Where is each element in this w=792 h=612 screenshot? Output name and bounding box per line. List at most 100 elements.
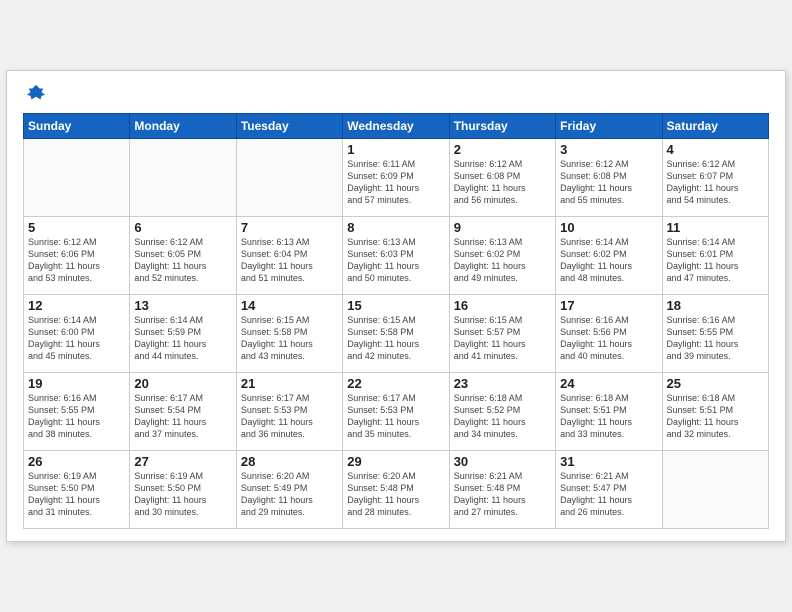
day-info: Sunrise: 6:21 AM Sunset: 5:48 PM Dayligh…: [454, 470, 551, 519]
day-number: 21: [241, 376, 338, 391]
day-cell: 12Sunrise: 6:14 AM Sunset: 6:00 PM Dayli…: [24, 295, 130, 373]
day-number: 16: [454, 298, 551, 313]
day-number: 22: [347, 376, 444, 391]
day-number: 2: [454, 142, 551, 157]
day-info: Sunrise: 6:18 AM Sunset: 5:51 PM Dayligh…: [560, 392, 657, 441]
day-number: 1: [347, 142, 444, 157]
col-header-thursday: Thursday: [449, 114, 555, 139]
day-cell: 9Sunrise: 6:13 AM Sunset: 6:02 PM Daylig…: [449, 217, 555, 295]
day-info: Sunrise: 6:19 AM Sunset: 5:50 PM Dayligh…: [28, 470, 125, 519]
day-info: Sunrise: 6:13 AM Sunset: 6:04 PM Dayligh…: [241, 236, 338, 285]
day-number: 13: [134, 298, 231, 313]
day-number: 31: [560, 454, 657, 469]
day-number: 5: [28, 220, 125, 235]
day-number: 10: [560, 220, 657, 235]
day-info: Sunrise: 6:12 AM Sunset: 6:08 PM Dayligh…: [454, 158, 551, 207]
day-number: 25: [667, 376, 764, 391]
col-header-wednesday: Wednesday: [343, 114, 449, 139]
day-number: 23: [454, 376, 551, 391]
day-info: Sunrise: 6:18 AM Sunset: 5:51 PM Dayligh…: [667, 392, 764, 441]
day-cell: 26Sunrise: 6:19 AM Sunset: 5:50 PM Dayli…: [24, 451, 130, 529]
calendar-header-row: SundayMondayTuesdayWednesdayThursdayFrid…: [24, 114, 769, 139]
day-cell: [24, 139, 130, 217]
day-cell: [236, 139, 342, 217]
day-number: 27: [134, 454, 231, 469]
day-number: 15: [347, 298, 444, 313]
day-cell: 16Sunrise: 6:15 AM Sunset: 5:57 PM Dayli…: [449, 295, 555, 373]
day-number: 6: [134, 220, 231, 235]
day-number: 9: [454, 220, 551, 235]
day-cell: 7Sunrise: 6:13 AM Sunset: 6:04 PM Daylig…: [236, 217, 342, 295]
week-row-0: 1Sunrise: 6:11 AM Sunset: 6:09 PM Daylig…: [24, 139, 769, 217]
day-cell: 5Sunrise: 6:12 AM Sunset: 6:06 PM Daylig…: [24, 217, 130, 295]
day-number: 7: [241, 220, 338, 235]
day-cell: 18Sunrise: 6:16 AM Sunset: 5:55 PM Dayli…: [662, 295, 768, 373]
day-cell: 28Sunrise: 6:20 AM Sunset: 5:49 PM Dayli…: [236, 451, 342, 529]
day-number: 30: [454, 454, 551, 469]
day-cell: 25Sunrise: 6:18 AM Sunset: 5:51 PM Dayli…: [662, 373, 768, 451]
day-cell: 2Sunrise: 6:12 AM Sunset: 6:08 PM Daylig…: [449, 139, 555, 217]
day-info: Sunrise: 6:16 AM Sunset: 5:55 PM Dayligh…: [667, 314, 764, 363]
day-cell: 6Sunrise: 6:12 AM Sunset: 6:05 PM Daylig…: [130, 217, 236, 295]
day-cell: 27Sunrise: 6:19 AM Sunset: 5:50 PM Dayli…: [130, 451, 236, 529]
col-header-tuesday: Tuesday: [236, 114, 342, 139]
day-number: 3: [560, 142, 657, 157]
day-info: Sunrise: 6:12 AM Sunset: 6:07 PM Dayligh…: [667, 158, 764, 207]
day-info: Sunrise: 6:20 AM Sunset: 5:48 PM Dayligh…: [347, 470, 444, 519]
day-info: Sunrise: 6:15 AM Sunset: 5:58 PM Dayligh…: [347, 314, 444, 363]
day-cell: 13Sunrise: 6:14 AM Sunset: 5:59 PM Dayli…: [130, 295, 236, 373]
day-cell: 17Sunrise: 6:16 AM Sunset: 5:56 PM Dayli…: [556, 295, 662, 373]
day-info: Sunrise: 6:14 AM Sunset: 5:59 PM Dayligh…: [134, 314, 231, 363]
day-info: Sunrise: 6:16 AM Sunset: 5:56 PM Dayligh…: [560, 314, 657, 363]
day-number: 18: [667, 298, 764, 313]
day-info: Sunrise: 6:18 AM Sunset: 5:52 PM Dayligh…: [454, 392, 551, 441]
day-info: Sunrise: 6:12 AM Sunset: 6:06 PM Dayligh…: [28, 236, 125, 285]
week-row-2: 12Sunrise: 6:14 AM Sunset: 6:00 PM Dayli…: [24, 295, 769, 373]
day-info: Sunrise: 6:11 AM Sunset: 6:09 PM Dayligh…: [347, 158, 444, 207]
day-cell: 3Sunrise: 6:12 AM Sunset: 6:08 PM Daylig…: [556, 139, 662, 217]
col-header-monday: Monday: [130, 114, 236, 139]
day-info: Sunrise: 6:15 AM Sunset: 5:57 PM Dayligh…: [454, 314, 551, 363]
day-number: 8: [347, 220, 444, 235]
day-cell: [662, 451, 768, 529]
calendar-container: SundayMondayTuesdayWednesdayThursdayFrid…: [6, 70, 786, 542]
day-cell: 30Sunrise: 6:21 AM Sunset: 5:48 PM Dayli…: [449, 451, 555, 529]
day-number: 28: [241, 454, 338, 469]
week-row-1: 5Sunrise: 6:12 AM Sunset: 6:06 PM Daylig…: [24, 217, 769, 295]
week-row-4: 26Sunrise: 6:19 AM Sunset: 5:50 PM Dayli…: [24, 451, 769, 529]
day-number: 14: [241, 298, 338, 313]
day-number: 17: [560, 298, 657, 313]
day-cell: 31Sunrise: 6:21 AM Sunset: 5:47 PM Dayli…: [556, 451, 662, 529]
col-header-friday: Friday: [556, 114, 662, 139]
day-number: 20: [134, 376, 231, 391]
day-number: 24: [560, 376, 657, 391]
day-info: Sunrise: 6:14 AM Sunset: 6:00 PM Dayligh…: [28, 314, 125, 363]
calendar-header: [23, 83, 769, 105]
day-info: Sunrise: 6:12 AM Sunset: 6:05 PM Dayligh…: [134, 236, 231, 285]
day-cell: 19Sunrise: 6:16 AM Sunset: 5:55 PM Dayli…: [24, 373, 130, 451]
day-cell: 1Sunrise: 6:11 AM Sunset: 6:09 PM Daylig…: [343, 139, 449, 217]
day-cell: 11Sunrise: 6:14 AM Sunset: 6:01 PM Dayli…: [662, 217, 768, 295]
day-cell: [130, 139, 236, 217]
day-cell: 14Sunrise: 6:15 AM Sunset: 5:58 PM Dayli…: [236, 295, 342, 373]
day-info: Sunrise: 6:17 AM Sunset: 5:54 PM Dayligh…: [134, 392, 231, 441]
day-info: Sunrise: 6:17 AM Sunset: 5:53 PM Dayligh…: [347, 392, 444, 441]
day-number: 4: [667, 142, 764, 157]
day-cell: 21Sunrise: 6:17 AM Sunset: 5:53 PM Dayli…: [236, 373, 342, 451]
day-number: 19: [28, 376, 125, 391]
logo: [23, 83, 47, 105]
day-info: Sunrise: 6:12 AM Sunset: 6:08 PM Dayligh…: [560, 158, 657, 207]
day-number: 12: [28, 298, 125, 313]
day-info: Sunrise: 6:15 AM Sunset: 5:58 PM Dayligh…: [241, 314, 338, 363]
day-cell: 8Sunrise: 6:13 AM Sunset: 6:03 PM Daylig…: [343, 217, 449, 295]
day-info: Sunrise: 6:13 AM Sunset: 6:03 PM Dayligh…: [347, 236, 444, 285]
day-cell: 15Sunrise: 6:15 AM Sunset: 5:58 PM Dayli…: [343, 295, 449, 373]
day-cell: 24Sunrise: 6:18 AM Sunset: 5:51 PM Dayli…: [556, 373, 662, 451]
week-row-3: 19Sunrise: 6:16 AM Sunset: 5:55 PM Dayli…: [24, 373, 769, 451]
day-info: Sunrise: 6:14 AM Sunset: 6:02 PM Dayligh…: [560, 236, 657, 285]
day-number: 26: [28, 454, 125, 469]
day-info: Sunrise: 6:13 AM Sunset: 6:02 PM Dayligh…: [454, 236, 551, 285]
day-cell: 23Sunrise: 6:18 AM Sunset: 5:52 PM Dayli…: [449, 373, 555, 451]
col-header-saturday: Saturday: [662, 114, 768, 139]
day-info: Sunrise: 6:17 AM Sunset: 5:53 PM Dayligh…: [241, 392, 338, 441]
